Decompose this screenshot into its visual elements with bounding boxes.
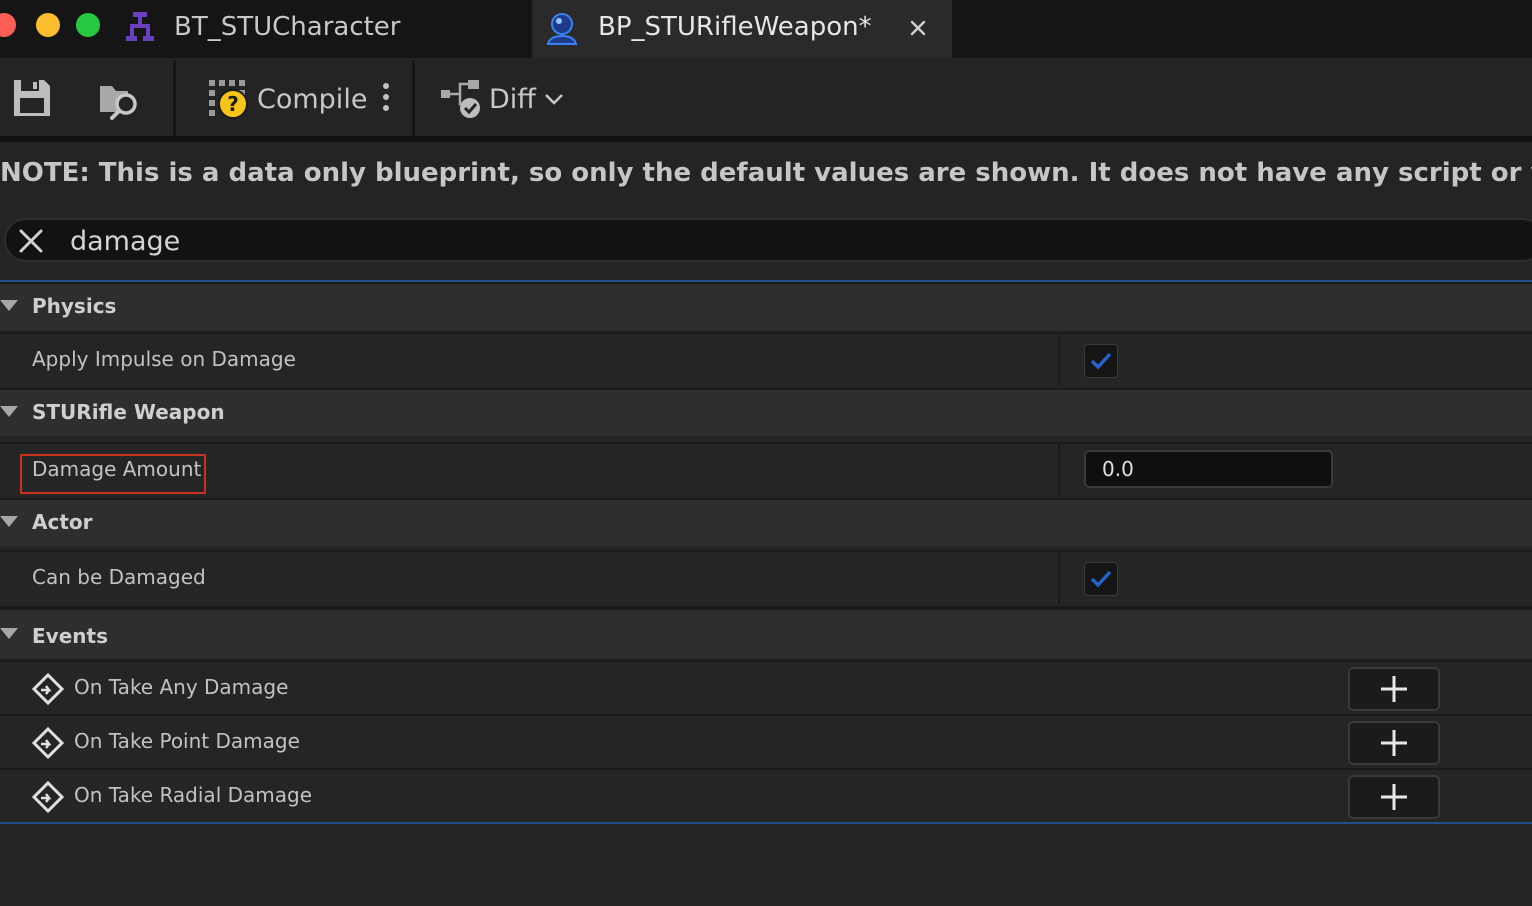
toolbar-separator xyxy=(412,60,415,136)
add-event-button[interactable] xyxy=(1348,775,1440,819)
tab-close-button[interactable] xyxy=(902,12,934,44)
event-icon xyxy=(32,673,64,705)
category-actor[interactable]: Actor xyxy=(0,498,1532,546)
diff-label: Diff xyxy=(489,83,536,115)
event-icon xyxy=(32,727,64,759)
category-sturifle-weapon[interactable]: STURifle Weapon xyxy=(0,388,1532,436)
diff-icon xyxy=(441,80,480,118)
add-event-button[interactable] xyxy=(1348,667,1440,711)
plus-icon xyxy=(1381,730,1407,756)
close-icon xyxy=(910,20,926,36)
compile-button[interactable]: ? Compile xyxy=(207,78,367,120)
save-button[interactable] xyxy=(12,78,52,118)
category-physics[interactable]: Physics xyxy=(0,282,1532,330)
property-label: Can be Damaged xyxy=(32,565,206,589)
svg-text:?: ? xyxy=(227,92,239,116)
add-event-button[interactable] xyxy=(1348,721,1440,765)
search-input[interactable] xyxy=(68,222,1372,260)
tab-bar: BT_STUCharacter BP_STURifleWeapon* xyxy=(0,0,1532,58)
category-label: STURifle Weapon xyxy=(32,400,225,424)
clear-search-button[interactable] xyxy=(16,226,46,256)
event-label: On Take Radial Damage xyxy=(74,783,312,807)
checkmark-icon xyxy=(1090,570,1112,588)
window-minimize-button[interactable] xyxy=(36,13,60,37)
column-divider[interactable] xyxy=(1058,552,1060,604)
toolbar-separator xyxy=(173,60,176,136)
collapse-arrow-icon xyxy=(0,628,18,639)
category-events[interactable]: Events xyxy=(0,606,1532,658)
can-be-damaged-checkbox[interactable] xyxy=(1084,562,1118,596)
apply-impulse-checkbox[interactable] xyxy=(1084,344,1118,378)
collapse-arrow-icon xyxy=(0,300,18,311)
property-label: Damage Amount xyxy=(32,457,202,481)
property-apply-impulse-on-damage: Apply Impulse on Damage xyxy=(0,332,1532,386)
event-icon xyxy=(32,781,64,813)
event-on-take-point-damage: On Take Point Damage xyxy=(0,714,1532,768)
browse-to-asset-button[interactable] xyxy=(98,78,142,120)
column-divider[interactable] xyxy=(1058,444,1060,496)
compile-status-unknown-icon: ? xyxy=(209,80,248,119)
property-label: Apply Impulse on Damage xyxy=(32,347,296,371)
chevron-down-icon xyxy=(545,94,563,105)
event-on-take-radial-damage: On Take Radial Damage xyxy=(0,768,1532,822)
more-options-icon xyxy=(383,83,389,111)
details-bottom-border xyxy=(0,822,1532,824)
search-box xyxy=(4,218,1532,262)
behavior-tree-icon xyxy=(126,12,154,41)
tab-label: BP_STURifleWeapon* xyxy=(598,12,872,42)
diff-button[interactable]: Diff xyxy=(440,78,564,120)
collapse-arrow-icon xyxy=(0,516,18,527)
collapse-arrow-icon xyxy=(0,406,18,417)
checkmark-icon xyxy=(1090,352,1112,370)
tab-bt-stucharacter[interactable]: BT_STUCharacter xyxy=(118,0,532,58)
event-label: On Take Any Damage xyxy=(74,675,289,699)
tab-label: BT_STUCharacter xyxy=(174,12,401,42)
save-icon xyxy=(14,80,50,116)
window-close-button[interactable] xyxy=(0,13,16,37)
plus-icon xyxy=(1381,784,1407,810)
blueprint-actor-icon xyxy=(546,13,578,45)
event-on-take-any-damage: On Take Any Damage xyxy=(0,660,1532,714)
tab-bp-sturifleweapon[interactable]: BP_STURifleWeapon* xyxy=(532,0,952,58)
data-only-blueprint-note: NOTE: This is a data only blueprint, so … xyxy=(0,158,1532,188)
damage-amount-input[interactable] xyxy=(1084,450,1333,488)
category-label: Physics xyxy=(32,294,117,318)
compile-options-button[interactable] xyxy=(376,80,396,116)
window-zoom-button[interactable] xyxy=(76,13,100,37)
toolbar-divider xyxy=(0,136,1532,142)
event-label: On Take Point Damage xyxy=(74,729,300,753)
plus-icon xyxy=(1381,676,1407,702)
browse-to-asset-icon xyxy=(100,86,137,120)
property-damage-amount: Damage Amount xyxy=(0,442,1532,496)
property-can-be-damaged: Can be Damaged xyxy=(0,550,1532,604)
column-divider[interactable] xyxy=(1058,334,1060,386)
category-label: Actor xyxy=(32,510,93,534)
compile-label: Compile xyxy=(257,83,368,115)
category-label: Events xyxy=(32,624,108,648)
